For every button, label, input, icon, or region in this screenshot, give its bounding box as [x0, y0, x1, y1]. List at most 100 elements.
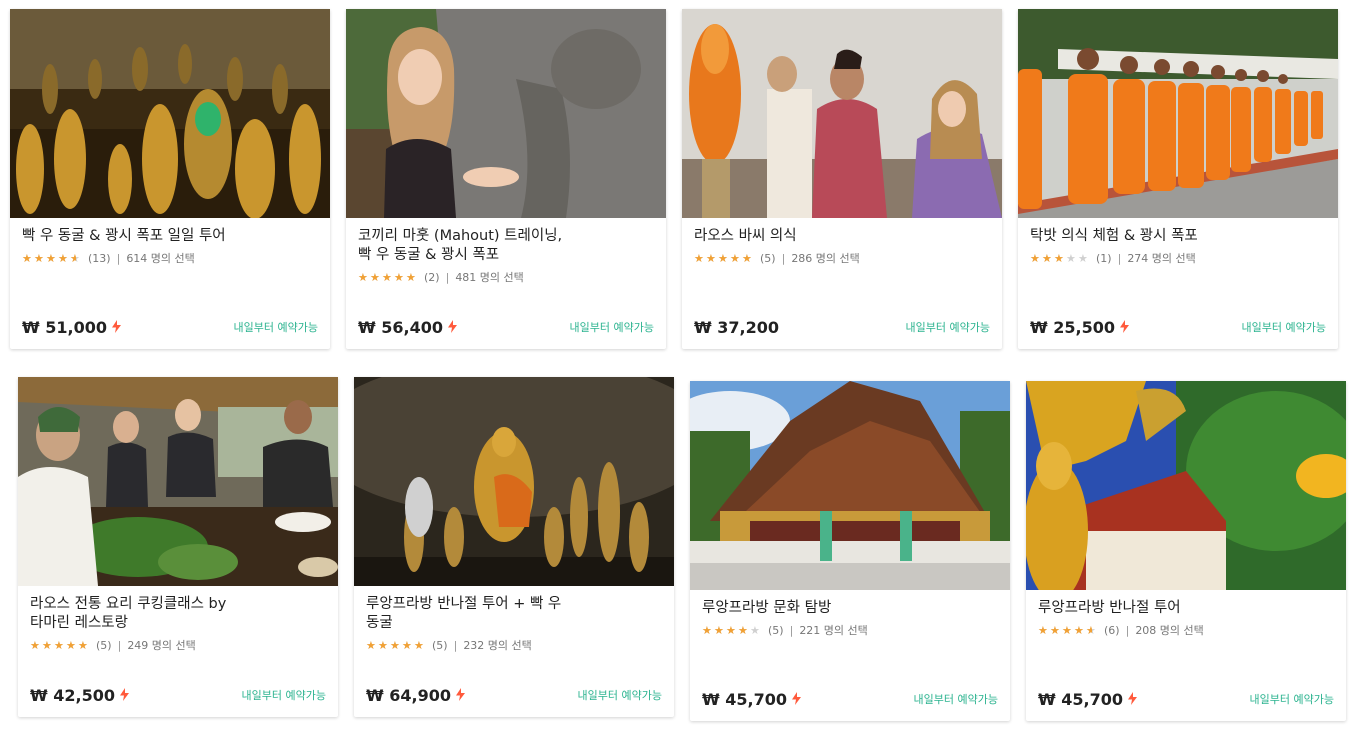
baci-ceremony-photo[interactable]	[682, 9, 1002, 218]
chosen-count: 221 명의 선택	[799, 624, 868, 637]
price: ₩ 45,700	[1038, 690, 1137, 709]
star-icon: ★★	[1050, 623, 1060, 637]
lightning-icon	[111, 318, 121, 337]
product-card[interactable]: 루앙프라방 반나절 투어 + 빡 우 동굴 ★ ★ ★ ★ ★ ★ ★ ★ ★ ★ (5) | 2…	[354, 377, 674, 717]
star-icon: ★★	[750, 623, 760, 637]
star-icon: ★★	[1078, 251, 1088, 265]
chosen-count: 208 명의 선택	[1135, 624, 1204, 637]
product-card[interactable]: 라오스 전통 요리 쿠킹클래스 by 타마린 레스토랑 ★ ★ ★ ★ ★ ★ ★ ★ ★ ★ (…	[18, 377, 338, 717]
star-icon: ★★	[1054, 251, 1064, 265]
chosen-count: 232 명의 선택	[463, 639, 532, 652]
star-icon: ★★	[382, 270, 392, 284]
monks-alms-photo[interactable]	[1018, 9, 1338, 218]
star-icon: ★★	[714, 623, 724, 637]
lightning-icon	[447, 318, 457, 337]
price: ₩ 45,700	[702, 690, 801, 709]
card-meta: ★ ★ ★ ★ ★ ★ ★ ★ ★ ★ (5) | 232 명의 선택	[366, 638, 532, 653]
star-icon: ★★	[22, 251, 32, 265]
card-title[interactable]: 라오스 전통 요리 쿠킹클래스 by 타마린 레스토랑	[30, 595, 324, 633]
star-icon: ★★	[414, 638, 424, 652]
temple-photo[interactable]	[690, 381, 1010, 590]
star-icon: ★★	[1062, 623, 1072, 637]
star-icon: ★★	[46, 251, 56, 265]
cave-buddha-statues-photo[interactable]	[354, 377, 674, 586]
rating-stars: ★★★★★★★★★★	[366, 640, 426, 651]
price: ₩ 51,000	[22, 318, 121, 337]
star-icon: ★★	[42, 638, 52, 652]
rating-stars: ★★★★★★★★★★	[1030, 253, 1090, 264]
product-card[interactable]: 빡 우 동굴 & 꽝시 폭포 일일 투어 ★ ★ ★ ★ ★ ★ ★ ★ ★ ★ (13) | 6…	[10, 9, 330, 349]
availability-label: 내일부터 예약가능	[1241, 321, 1326, 334]
availability-label: 내일부터 예약가능	[913, 693, 998, 706]
product-card[interactable]: 루앙프라방 반나절 투어 ★ ★ ★ ★ ★ ★ ★ ★ ★ ★ (6) | 208 명의 선택 …	[1026, 381, 1346, 721]
card-title[interactable]: 루앙프라방 반나절 투어 + 빡 우 동굴	[366, 595, 660, 633]
lightning-icon	[1119, 318, 1129, 337]
buddha-cave-photo[interactable]	[10, 9, 330, 218]
review-count: (1)	[1096, 251, 1112, 265]
star-icon: ★★	[1066, 251, 1076, 265]
price: ₩ 37,200	[694, 318, 779, 337]
star-icon: ★★	[358, 270, 368, 284]
card-title[interactable]: 탁밧 의식 체험 & 꽝시 폭포	[1030, 227, 1324, 246]
star-icon: ★★	[738, 623, 748, 637]
star-icon: ★★	[706, 251, 716, 265]
chosen-count: 249 명의 선택	[127, 639, 196, 652]
rating-stars: ★★★★★★★★★★	[30, 640, 90, 651]
golden-buddha-naga-photo[interactable]	[1026, 381, 1346, 590]
rating-stars: ★★★★★★★★★★	[694, 253, 754, 264]
review-count: (2)	[424, 270, 440, 284]
availability-label: 내일부터 예약가능	[905, 321, 990, 334]
product-card[interactable]: 라오스 바씨 의식 ★ ★ ★ ★ ★ ★ ★ ★ ★ ★ (5) | 286 명의 선택 ₩ 3…	[682, 9, 1002, 349]
card-meta: ★ ★ ★ ★ ★ ★ ★ ★ ★ ★ (13) | 614 명의 선택	[22, 251, 195, 266]
availability-label: 내일부터 예약가능	[569, 321, 654, 334]
card-title[interactable]: 루앙프라방 문화 탐방	[702, 599, 996, 618]
rating-stars: ★★★★★★★★★★	[1038, 625, 1098, 636]
star-icon: ★★	[370, 270, 380, 284]
price: ₩ 42,500	[30, 686, 129, 705]
price: ₩ 56,400	[358, 318, 457, 337]
rating-stars: ★★★★★★★★★★	[702, 625, 762, 636]
star-icon: ★★	[34, 251, 44, 265]
card-meta: ★ ★ ★ ★ ★ ★ ★ ★ ★ ★ (2) | 481 명의 선택	[358, 270, 524, 285]
star-icon: ★★	[378, 638, 388, 652]
star-icon: ★★	[394, 270, 404, 284]
review-count: (5)	[432, 638, 448, 652]
review-count: (5)	[768, 623, 784, 637]
card-meta: ★★★★★★★★★★ (1) | 274 명의 선택	[1030, 251, 1196, 266]
star-icon: ★★	[390, 638, 400, 652]
star-icon: ★★	[726, 623, 736, 637]
lightning-icon	[1127, 690, 1137, 709]
card-title[interactable]: 라오스 바씨 의식	[694, 227, 988, 246]
card-meta: ★★★★★★★★★★ (5) | 221 명의 선택	[702, 623, 868, 638]
lightning-icon	[119, 686, 129, 705]
card-title[interactable]: 빡 우 동굴 & 꽝시 폭포 일일 투어	[22, 227, 316, 246]
star-icon: ★★	[406, 270, 416, 284]
star-icon: ★★	[66, 638, 76, 652]
star-icon: ★★	[730, 251, 740, 265]
chosen-count: 286 명의 선택	[791, 252, 860, 265]
star-icon: ★★	[1074, 623, 1084, 637]
rating-stars: ★★★★★★★★★★	[358, 272, 418, 283]
product-card[interactable]: 탁밧 의식 체험 & 꽝시 폭포 ★★★★★★★★★★ (1) | 274 명의…	[1018, 9, 1338, 349]
card-title[interactable]: 코끼리 마훗 (Mahout) 트레이닝, 빡 우 동굴 & 꽝시 폭포	[358, 227, 652, 265]
product-card[interactable]: 코끼리 마훗 (Mahout) 트레이닝, 빡 우 동굴 & 꽝시 폭포 ★ ★ ★…	[346, 9, 666, 349]
star-icon: ★★	[1086, 623, 1096, 637]
star-icon: ★★	[694, 251, 704, 265]
chosen-count: 614 명의 선택	[126, 252, 195, 265]
chosen-count: 481 명의 선택	[455, 271, 524, 284]
review-count: (13)	[88, 251, 111, 265]
lightning-icon	[455, 686, 465, 705]
availability-label: 내일부터 예약가능	[1249, 693, 1334, 706]
product-card[interactable]: 루앙프라방 문화 탐방 ★★★★★★★★★★ (5) | 221 명의 선택 ₩…	[690, 381, 1010, 721]
availability-label: 내일부터 예약가능	[241, 689, 326, 702]
card-title[interactable]: 루앙프라방 반나절 투어	[1038, 599, 1332, 618]
cooking-class-photo[interactable]	[18, 377, 338, 586]
star-icon: ★★	[742, 251, 752, 265]
elephant-photo[interactable]	[346, 9, 666, 218]
card-meta: ★ ★ ★ ★ ★ ★ ★ ★ ★ ★ (6) | 208 명의 선택	[1038, 623, 1204, 638]
review-count: (5)	[760, 251, 776, 265]
star-icon: ★★	[70, 251, 80, 265]
review-count: (5)	[96, 638, 112, 652]
star-icon: ★★	[702, 623, 712, 637]
star-icon: ★★	[366, 638, 376, 652]
